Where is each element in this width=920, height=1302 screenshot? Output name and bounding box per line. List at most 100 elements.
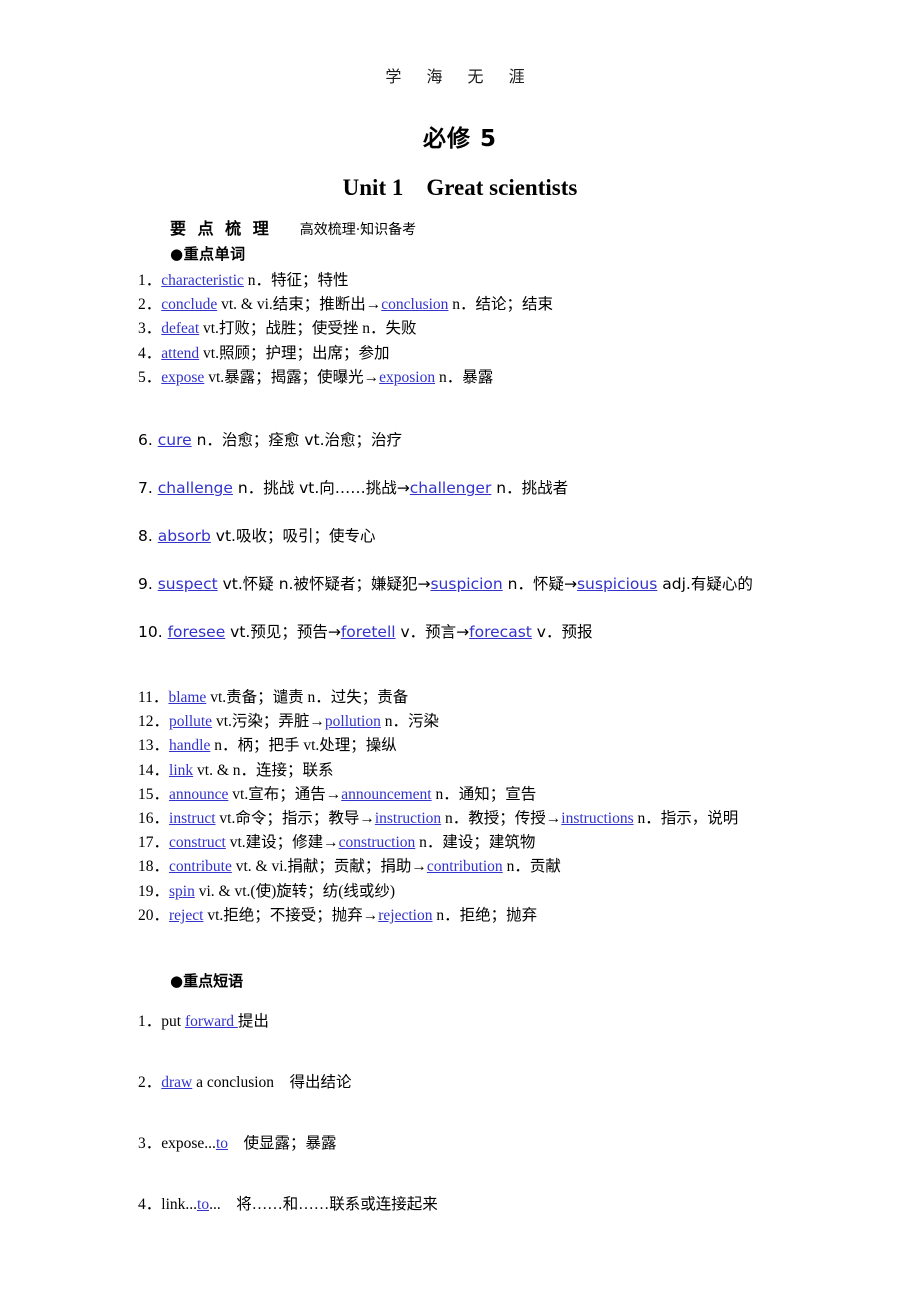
word-derivative-2[interactable]: forecast (469, 623, 532, 641)
word-term[interactable]: expose (161, 369, 204, 386)
word-term[interactable]: contribute (169, 858, 232, 875)
word-term[interactable]: link (169, 762, 193, 779)
word-item: 12．pollute vt.污染；弄脏→pollution n．污染 (138, 710, 920, 734)
word-term[interactable]: announce (169, 786, 228, 803)
word-derivative[interactable]: contribution (427, 858, 503, 875)
phrase-definition: a conclusion 得出结论 (192, 1074, 352, 1092)
word-term[interactable]: pollute (169, 713, 212, 730)
word-term[interactable]: conclude (161, 296, 217, 313)
word-definition: n．柄；把手 vt.处理；操纵 (210, 737, 397, 755)
phrase-prefix: expose... (161, 1135, 216, 1153)
word-number: 2． (138, 296, 162, 314)
word-number: 17． (138, 834, 170, 852)
word-derivative[interactable]: suspicion (430, 575, 502, 593)
word-definition-mid: vt.污染；弄脏→ (212, 713, 325, 731)
word-derivative[interactable]: foretell (341, 623, 396, 641)
word-item: 9. suspect vt.怀疑 n.被怀疑者；嫌疑犯→suspicion n．… (138, 560, 920, 608)
word-derivative[interactable]: rejection (378, 907, 432, 924)
word-item: 6. cure n．治愈；痊愈 vt.治愈；治疗 (138, 416, 920, 464)
word-definition-mid2: n．教授；传授→ (441, 810, 562, 828)
word-definition: n．治愈；痊愈 vt.治愈；治疗 (191, 431, 403, 450)
word-item: 16．instruct vt.命令；指示；教导→instruction n．教授… (138, 807, 920, 831)
word-number: 6. (138, 431, 153, 450)
word-definition: n．结论；结束 (448, 296, 554, 314)
word-definition: vt.照顾；护理；出席；参加 (199, 344, 390, 362)
word-definition: n．指示，说明 (633, 810, 739, 828)
word-definition-mid2: v．预言→ (395, 623, 470, 642)
word-definition: vi. & vt.(使)旋转；纺(线或纱) (194, 882, 396, 900)
word-derivative[interactable]: challenger (410, 479, 492, 497)
word-definition-mid: vt. & vi.结束；推断出→ (217, 296, 382, 314)
word-derivative[interactable]: announcement (341, 786, 431, 803)
word-derivative[interactable]: construction (339, 834, 416, 851)
word-definition-mid: vt.拒绝；不接受；抛弃→ (203, 906, 379, 924)
phrase-term[interactable]: to (216, 1135, 228, 1152)
word-derivative[interactable]: exposion (379, 369, 435, 386)
word-number: 19． (138, 882, 170, 900)
section-bar-subtitle (272, 222, 300, 238)
section-bar-title: 要 点 梳 理 (170, 219, 272, 238)
word-term[interactable]: characteristic (161, 272, 244, 289)
word-item: 7. challenge n．挑战 vt.向……挑战→challenger n．… (138, 464, 920, 512)
section-bar: 要 点 梳 理 高效梳理·知识备考 (0, 215, 920, 239)
word-derivative[interactable]: conclusion (381, 296, 448, 313)
word-term[interactable]: absorb (158, 527, 211, 545)
word-list-sans: 6. cure n．治愈；痊愈 vt.治愈；治疗 7. challenge n．… (0, 416, 920, 656)
phrase-term[interactable]: to (197, 1196, 209, 1213)
word-term[interactable]: foresee (168, 623, 226, 641)
section-bar-subtitle-text: 高效梳理·知识备考 (299, 222, 417, 238)
phrase-term[interactable]: forward (185, 1013, 238, 1030)
word-definition: n．暴露 (435, 368, 494, 386)
word-number: 4． (138, 344, 162, 362)
word-item: 15．announce vt.宣布；通告→announcement n．通知；宣… (138, 783, 920, 807)
phrase-definition: 使显露；暴露 (228, 1135, 337, 1153)
word-definition: n．挑战者 (491, 479, 569, 498)
word-definition-mid: n．挑战 vt.向……挑战→ (232, 479, 410, 498)
word-number: 20． (138, 906, 170, 924)
phrase-item: 3．expose...to 使显露；暴露 (138, 1113, 920, 1174)
word-number: 5． (138, 368, 162, 386)
word-number: 1． (138, 272, 162, 289)
word-derivative-2[interactable]: suspicious (577, 575, 657, 593)
phrase-list: 1．put forward 提出 2．draw a conclusion 得出结… (0, 991, 920, 1235)
word-term[interactable]: spin (169, 883, 195, 900)
word-number: 7. (138, 479, 153, 498)
word-definition: n．污染 (380, 713, 440, 731)
word-term[interactable]: suspect (158, 575, 218, 593)
word-term[interactable]: blame (168, 689, 206, 706)
word-term[interactable]: instruct (169, 810, 216, 827)
word-term[interactable]: defeat (161, 320, 199, 337)
word-term[interactable]: reject (169, 907, 203, 924)
word-item: 10. foresee vt.预见；预告→foretell v．预言→forec… (138, 608, 920, 656)
word-definition-mid: vt.宣布；通告→ (228, 785, 342, 803)
word-number: 3． (138, 320, 162, 338)
word-term[interactable]: challenge (158, 479, 233, 497)
unit-title: Unit 1 Great scientists (342, 175, 578, 200)
word-term[interactable]: construct (169, 834, 226, 851)
word-number: 10. (138, 623, 163, 642)
word-definition: n．建设；建筑物 (415, 834, 536, 852)
word-number: 8. (138, 527, 153, 546)
phrase-term[interactable]: draw (161, 1074, 192, 1091)
word-derivative[interactable]: pollution (325, 713, 381, 730)
word-term[interactable]: attend (161, 345, 199, 362)
phrase-definition: 提出 (237, 1013, 269, 1031)
word-definition: vt.吸收；吸引；使专心 (210, 527, 376, 546)
word-definition: adj.有疑心的 (657, 575, 753, 594)
word-definition: vt.责备；谴责 n．过失；责备 (206, 689, 409, 707)
word-derivative[interactable]: instruction (375, 810, 441, 827)
phrase-number: 1． (138, 1013, 162, 1031)
word-term[interactable]: cure (158, 431, 192, 449)
word-number: 12． (138, 713, 170, 731)
word-definition-mid2: n．怀疑→ (502, 575, 577, 594)
word-item: 17．construct vt.建设；修建→construction n．建设；… (138, 831, 920, 855)
word-item: 18．contribute vt. & vi.捐献；贡献；捐助→contribu… (138, 855, 920, 879)
word-number: 14． (138, 761, 170, 779)
word-derivative-2[interactable]: instructions (561, 810, 633, 827)
phrase-number: 3． (138, 1135, 162, 1153)
running-head: 学 海 无 涯 (385, 67, 535, 86)
key-words-heading: ●重点单词 (170, 245, 246, 263)
phrase-item: 1．put forward 提出 (138, 991, 920, 1052)
word-term[interactable]: handle (169, 737, 210, 754)
